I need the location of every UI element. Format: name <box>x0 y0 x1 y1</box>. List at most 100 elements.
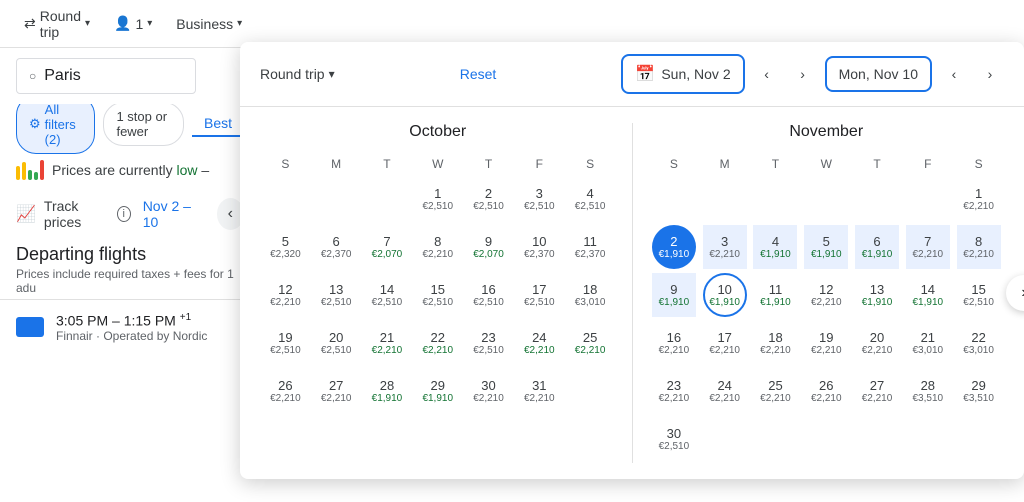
stop-filter-button[interactable]: 1 stop or fewer <box>103 102 184 146</box>
departure-date-next-button[interactable]: › <box>789 60 817 88</box>
day-wrapper[interactable]: 22€3,010 <box>957 321 1001 365</box>
day-wrapper[interactable]: 7€2,070 <box>365 225 409 269</box>
calendar-day-cell[interactable]: 9€1,910 <box>649 271 700 319</box>
day-wrapper[interactable]: 24€2,210 <box>517 321 561 365</box>
calendar-day-cell[interactable]: 6€2,370 <box>311 223 362 271</box>
calendar-day-cell[interactable]: 8€2,210 <box>953 223 1004 271</box>
day-wrapper[interactable]: 25€2,210 <box>753 369 797 413</box>
calendar-day-cell[interactable]: 22€2,210 <box>412 319 463 367</box>
day-wrapper[interactable]: 9€1,910 <box>652 273 696 317</box>
calendar-day-cell[interactable]: 24€2,210 <box>514 319 565 367</box>
calendar-day-cell[interactable]: 22€3,010 <box>953 319 1004 367</box>
day-wrapper[interactable]: 15€2,510 <box>957 273 1001 317</box>
calendar-day-cell[interactable]: 28€1,910 <box>362 367 413 415</box>
calendar-day-cell[interactable]: 18€3,010 <box>565 271 616 319</box>
calendar-day-cell[interactable]: 29€1,910 <box>412 367 463 415</box>
calendar-day-cell[interactable]: 10€2,370 <box>514 223 565 271</box>
day-wrapper[interactable]: 8€2,210 <box>957 225 1001 269</box>
calendar-reset-button[interactable]: Reset <box>460 66 497 82</box>
calendar-day-cell[interactable]: 24€2,210 <box>699 367 750 415</box>
calendar-day-cell[interactable]: 16€2,510 <box>463 271 514 319</box>
day-wrapper[interactable]: 13€2,510 <box>314 273 358 317</box>
day-wrapper[interactable]: 22€2,210 <box>416 321 460 365</box>
calendar-day-cell[interactable]: 27€2,210 <box>311 367 362 415</box>
day-wrapper[interactable]: 7€2,210 <box>906 225 950 269</box>
day-wrapper[interactable]: 15€2,510 <box>416 273 460 317</box>
day-wrapper[interactable]: 10€2,370 <box>517 225 561 269</box>
calendar-day-cell[interactable]: 13€1,910 <box>852 271 903 319</box>
day-wrapper[interactable]: 3€2,210 <box>703 225 747 269</box>
day-wrapper[interactable]: 13€1,910 <box>855 273 899 317</box>
day-wrapper[interactable]: 30€2,510 <box>652 417 696 461</box>
day-wrapper[interactable]: 16€2,510 <box>467 273 511 317</box>
passengers-selector[interactable]: 👤 1 ▾ <box>106 11 160 36</box>
day-wrapper[interactable]: 11€1,910 <box>753 273 797 317</box>
calendar-day-cell[interactable]: 21€2,210 <box>362 319 413 367</box>
calendar-day-cell[interactable]: 19€2,210 <box>801 319 852 367</box>
return-date-next-button[interactable]: › <box>976 60 1004 88</box>
calendar-trip-type-selector[interactable]: Round trip ▾ <box>260 66 335 82</box>
day-wrapper[interactable]: 29€3,510 <box>957 369 1001 413</box>
day-wrapper[interactable]: 20€2,210 <box>855 321 899 365</box>
calendar-day-cell[interactable]: 1€2,510 <box>412 175 463 223</box>
day-wrapper[interactable]: 12€2,210 <box>804 273 848 317</box>
calendar-day-cell[interactable]: 6€1,910 <box>852 223 903 271</box>
info-icon[interactable]: i <box>117 206 131 222</box>
day-wrapper[interactable]: 5€1,910 <box>804 225 848 269</box>
calendar-day-cell[interactable]: 20€2,510 <box>311 319 362 367</box>
day-wrapper[interactable]: 1€2,210 <box>957 177 1001 221</box>
calendar-day-cell[interactable]: 8€2,210 <box>412 223 463 271</box>
day-wrapper[interactable]: 1€2,510 <box>416 177 460 221</box>
return-date-prev-button[interactable]: ‹ <box>940 60 968 88</box>
day-wrapper[interactable]: 17€2,510 <box>517 273 561 317</box>
calendar-day-cell[interactable]: 19€2,510 <box>260 319 311 367</box>
calendar-day-cell[interactable]: 17€2,510 <box>514 271 565 319</box>
calendar-day-cell[interactable]: 3€2,210 <box>699 223 750 271</box>
calendar-day-cell[interactable]: 10€1,910 <box>699 271 750 319</box>
calendar-day-cell[interactable]: 3€2,510 <box>514 175 565 223</box>
calendar-day-cell[interactable]: 20€2,210 <box>852 319 903 367</box>
day-wrapper[interactable]: 29€1,910 <box>416 369 460 413</box>
calendar-day-cell[interactable]: 13€2,510 <box>311 271 362 319</box>
calendar-day-cell[interactable]: 15€2,510 <box>412 271 463 319</box>
day-wrapper[interactable]: 10€1,910 <box>703 273 747 317</box>
calendar-day-cell[interactable]: 5€1,910 <box>801 223 852 271</box>
calendar-day-cell[interactable]: 23€2,210 <box>649 367 700 415</box>
calendar-day-cell[interactable]: 5€2,320 <box>260 223 311 271</box>
calendar-day-cell[interactable]: 12€2,210 <box>260 271 311 319</box>
day-wrapper[interactable]: 16€2,210 <box>652 321 696 365</box>
calendar-day-cell[interactable]: 30€2,210 <box>463 367 514 415</box>
calendar-day-cell[interactable]: 12€2,210 <box>801 271 852 319</box>
calendar-day-cell[interactable]: 4€2,510 <box>565 175 616 223</box>
day-wrapper[interactable]: 26€2,210 <box>804 369 848 413</box>
calendar-day-cell[interactable]: 25€2,210 <box>565 319 616 367</box>
calendar-day-cell[interactable]: 31€2,210 <box>514 367 565 415</box>
day-wrapper[interactable]: 5€2,320 <box>263 225 307 269</box>
calendar-day-cell[interactable]: 25€2,210 <box>750 367 801 415</box>
day-wrapper[interactable]: 27€2,210 <box>855 369 899 413</box>
calendar-day-cell[interactable]: 30€2,510 <box>649 415 700 463</box>
calendar-day-cell[interactable]: 26€2,210 <box>801 367 852 415</box>
day-wrapper[interactable]: 12€2,210 <box>263 273 307 317</box>
calendar-day-cell[interactable]: 28€3,510 <box>902 367 953 415</box>
day-wrapper[interactable]: 25€2,210 <box>568 321 612 365</box>
departure-date-button[interactable]: 📅 Sun, Nov 2 <box>621 54 744 94</box>
day-wrapper[interactable]: 11€2,370 <box>568 225 612 269</box>
calendar-day-cell[interactable]: 17€2,210 <box>699 319 750 367</box>
trip-type-selector[interactable]: ⇄ Round trip ▾ <box>16 4 98 44</box>
calendar-next-month-button[interactable]: › <box>1006 275 1024 311</box>
calendar-day-cell[interactable]: 7€2,070 <box>362 223 413 271</box>
day-wrapper[interactable]: 19€2,510 <box>263 321 307 365</box>
day-wrapper[interactable]: 28€1,910 <box>365 369 409 413</box>
day-wrapper[interactable]: 23€2,210 <box>652 369 696 413</box>
day-wrapper[interactable]: 18€3,010 <box>568 273 612 317</box>
departure-date-prev-button[interactable]: ‹ <box>753 60 781 88</box>
day-wrapper[interactable]: 21€3,010 <box>906 321 950 365</box>
day-wrapper[interactable]: 28€3,510 <box>906 369 950 413</box>
calendar-day-cell[interactable]: 2€1,910 <box>649 223 700 271</box>
day-wrapper[interactable]: 20€2,510 <box>314 321 358 365</box>
day-wrapper[interactable]: 4€2,510 <box>568 177 612 221</box>
day-wrapper[interactable]: 14€2,510 <box>365 273 409 317</box>
calendar-day-cell[interactable]: 27€2,210 <box>852 367 903 415</box>
day-wrapper[interactable]: 19€2,210 <box>804 321 848 365</box>
